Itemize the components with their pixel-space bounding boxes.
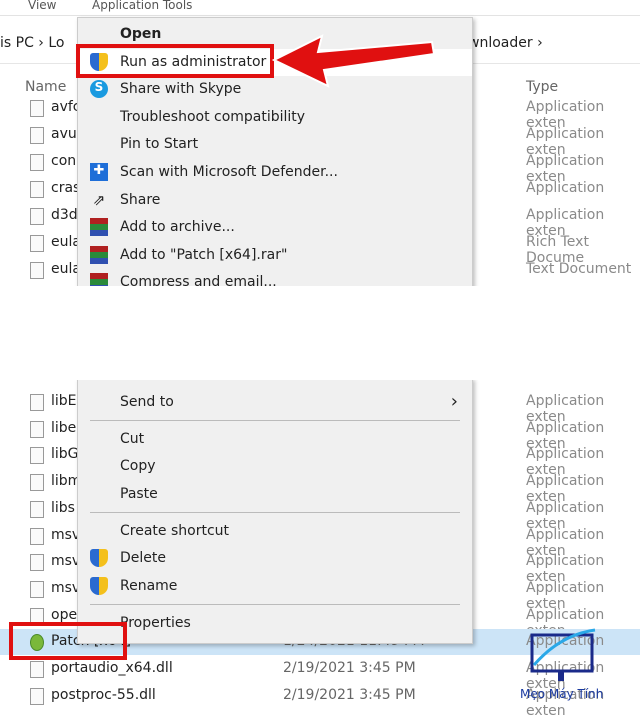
file-name: msv bbox=[51, 526, 81, 543]
file-type: Text Document bbox=[526, 261, 632, 277]
column-name-header[interactable]: Name bbox=[25, 79, 66, 95]
watermark-logo: Mẹo Máy Tính bbox=[520, 625, 610, 705]
txt-icon bbox=[30, 262, 44, 279]
explorer-top-panel: View Application Tools is PC › Lo wnload… bbox=[0, 0, 640, 286]
defender-icon: ✚ bbox=[90, 163, 108, 181]
breadcrumb-left[interactable]: is PC › Lo bbox=[0, 35, 64, 51]
chevron-right-icon: › bbox=[450, 391, 458, 412]
file-name: msv bbox=[51, 579, 81, 596]
separator bbox=[90, 604, 460, 605]
dll-file-icon bbox=[30, 474, 44, 492]
menu-item[interactable]: ✚ Scan with Microsoft Defender... bbox=[78, 159, 472, 186]
breadcrumb-right[interactable]: wnloader › bbox=[468, 35, 543, 51]
label: Troubleshoot compatibility bbox=[120, 108, 306, 125]
file-name: libE bbox=[51, 393, 77, 409]
separator bbox=[90, 420, 460, 421]
monitor-logo-icon bbox=[530, 628, 596, 681]
file-name: ope bbox=[51, 606, 78, 623]
dll-file-icon bbox=[30, 100, 44, 117]
dll-file-icon bbox=[30, 420, 44, 438]
winrar-icon bbox=[90, 273, 108, 286]
menu-item[interactable]: Troubleshoot compatibility bbox=[78, 104, 472, 131]
rtf-icon bbox=[30, 235, 44, 252]
highlight-box bbox=[9, 622, 127, 660]
red-arrow-icon bbox=[272, 34, 436, 88]
menu-item-create-shortcut[interactable]: Create shortcut bbox=[78, 518, 472, 545]
menu-item[interactable]: Pin to Start bbox=[78, 131, 472, 158]
file-name: libe bbox=[51, 419, 77, 436]
file-date: 2/19/2021 3:45 PM bbox=[283, 660, 416, 676]
label: Add to archive... bbox=[120, 219, 235, 236]
file-name: postproc-55.dll bbox=[51, 686, 156, 703]
label: Paste bbox=[120, 486, 158, 502]
label: Send to bbox=[120, 394, 174, 410]
dll-file-icon bbox=[30, 127, 44, 144]
menu-item-copy[interactable]: Copy bbox=[78, 453, 472, 480]
label: Create shortcut bbox=[120, 523, 230, 539]
menu-item-rename[interactable]: Rename bbox=[78, 573, 472, 600]
uac-shield-icon bbox=[90, 577, 108, 595]
share-icon: ⇗ bbox=[92, 190, 106, 209]
tab-view[interactable]: View bbox=[28, 0, 56, 12]
column-type-header[interactable]: Type bbox=[526, 79, 558, 95]
file-name: cras bbox=[51, 180, 81, 196]
dll-file-icon bbox=[30, 154, 44, 171]
menu-item-paste[interactable]: Paste bbox=[78, 481, 472, 508]
label: Scan with Microsoft Defender... bbox=[120, 164, 338, 180]
menu-item[interactable]: Add to "Patch [x64].rar" bbox=[78, 242, 472, 269]
skype-icon: S bbox=[90, 80, 108, 99]
label: Pin to Start bbox=[120, 136, 199, 153]
label: Compress and email... bbox=[120, 274, 277, 286]
file-name: msv bbox=[51, 553, 81, 570]
dll-file-icon bbox=[30, 687, 44, 705]
watermark-text: Mẹo Máy Tính bbox=[520, 687, 604, 701]
file-name: con bbox=[51, 153, 77, 169]
label: Copy bbox=[120, 458, 156, 474]
uac-shield-icon bbox=[90, 549, 108, 567]
dll-file-icon bbox=[30, 580, 44, 598]
ribbon: View Application Tools bbox=[0, 0, 640, 16]
dll-file-icon bbox=[30, 447, 44, 465]
label: Properties bbox=[120, 615, 191, 631]
context-menu-bottom: Send to › Cut Copy Paste Create shortcut … bbox=[77, 380, 473, 644]
label: Add to "Patch [x64].rar" bbox=[120, 246, 288, 263]
dll-file-icon bbox=[30, 527, 44, 545]
menu-item[interactable]: Compress and email... bbox=[78, 269, 472, 286]
label: Share bbox=[120, 191, 161, 208]
menu-item-send-to[interactable]: Send to › bbox=[78, 389, 472, 416]
dll-file-icon bbox=[30, 500, 44, 518]
dll-file-icon bbox=[30, 394, 44, 411]
file-date: 2/19/2021 3:45 PM bbox=[283, 686, 416, 703]
file-name: d3d bbox=[51, 207, 78, 223]
menu-item-properties[interactable]: Properties bbox=[78, 610, 472, 637]
dll-file-icon bbox=[30, 661, 44, 678]
label: Cut bbox=[120, 431, 145, 447]
file-name: libs bbox=[51, 499, 75, 516]
winrar-icon bbox=[90, 245, 108, 264]
file-type: Application bbox=[526, 180, 605, 196]
explorer-bottom-panel: libE Application exten libe Application ext… bbox=[0, 380, 640, 718]
menu-item-delete[interactable]: Delete bbox=[78, 545, 472, 572]
label: Rename bbox=[120, 578, 178, 594]
menu-item[interactable]: ⇗ Share bbox=[78, 187, 472, 214]
file-name: libG bbox=[51, 446, 79, 463]
separator bbox=[90, 512, 460, 513]
dll-file-icon bbox=[30, 554, 44, 572]
tab-application-tools[interactable]: Application Tools bbox=[92, 0, 192, 12]
file-name: portaudio_x64.dll bbox=[51, 660, 173, 676]
menu-item[interactable]: Add to archive... bbox=[78, 214, 472, 241]
label: Share with Skype bbox=[120, 81, 242, 98]
winrar-icon bbox=[90, 218, 108, 237]
dll-file-icon bbox=[30, 208, 44, 225]
exe-icon bbox=[30, 181, 44, 198]
menu-item-cut[interactable]: Cut bbox=[78, 426, 472, 453]
highlight-box bbox=[76, 44, 274, 78]
label: Open bbox=[120, 26, 162, 42]
label: Delete bbox=[120, 550, 166, 566]
